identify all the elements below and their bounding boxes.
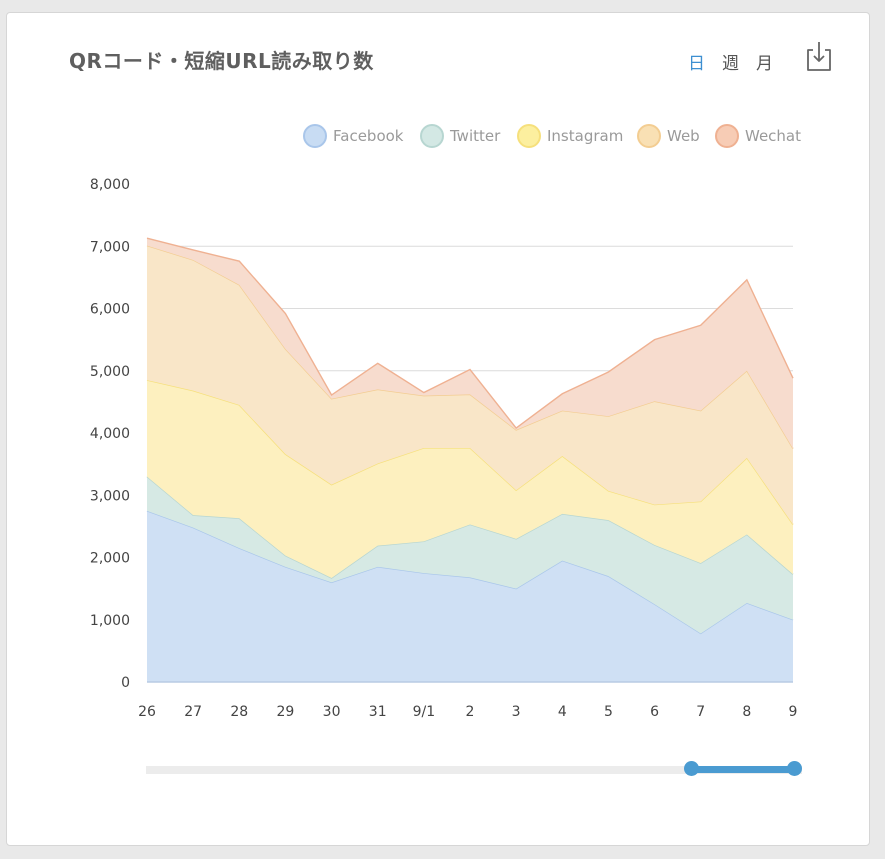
range-slider-selection[interactable]	[691, 766, 794, 773]
x-tick-label: 26	[138, 704, 156, 720]
y-tick-label: 1,000	[90, 613, 130, 629]
y-tick-label: 4,000	[90, 426, 130, 442]
x-tick-label: 30	[323, 704, 341, 720]
range-slider-end-handle[interactable]	[787, 761, 802, 776]
y-tick-label: 5,000	[90, 364, 130, 380]
x-tick-label: 29	[277, 704, 295, 720]
x-tick-label: 31	[369, 704, 387, 720]
x-tick-label: 2	[466, 704, 475, 720]
y-tick-label: 7,000	[90, 239, 130, 255]
y-tick-label: 2,000	[90, 551, 130, 567]
y-tick-label: 3,000	[90, 488, 130, 504]
x-tick-label: 4	[558, 704, 567, 720]
x-tick-label: 27	[184, 704, 202, 720]
stacked-area-chart: 0 1,000 2,000 3,000 4,000 5,000 6,000 7,000 8,00…	[90, 177, 798, 720]
x-tick-label: 9/1	[413, 704, 436, 720]
x-tick-label: 9	[789, 704, 798, 720]
y-tick-label: 8,000	[90, 177, 130, 193]
chart-card: QRコード・短縮URL読み取り数 日 週 月 Facebook Twitter …	[6, 12, 870, 846]
x-tick-label: 3	[512, 704, 521, 720]
y-tick-label: 6,000	[90, 302, 130, 318]
y-tick-label: 0	[121, 675, 130, 691]
x-tick-label: 6	[650, 704, 659, 720]
x-tick-label: 28	[230, 704, 248, 720]
x-tick-label: 8	[742, 704, 751, 720]
range-slider-start-handle[interactable]	[684, 761, 699, 776]
x-tick-label: 5	[604, 704, 613, 720]
x-tick-label: 7	[696, 704, 705, 720]
